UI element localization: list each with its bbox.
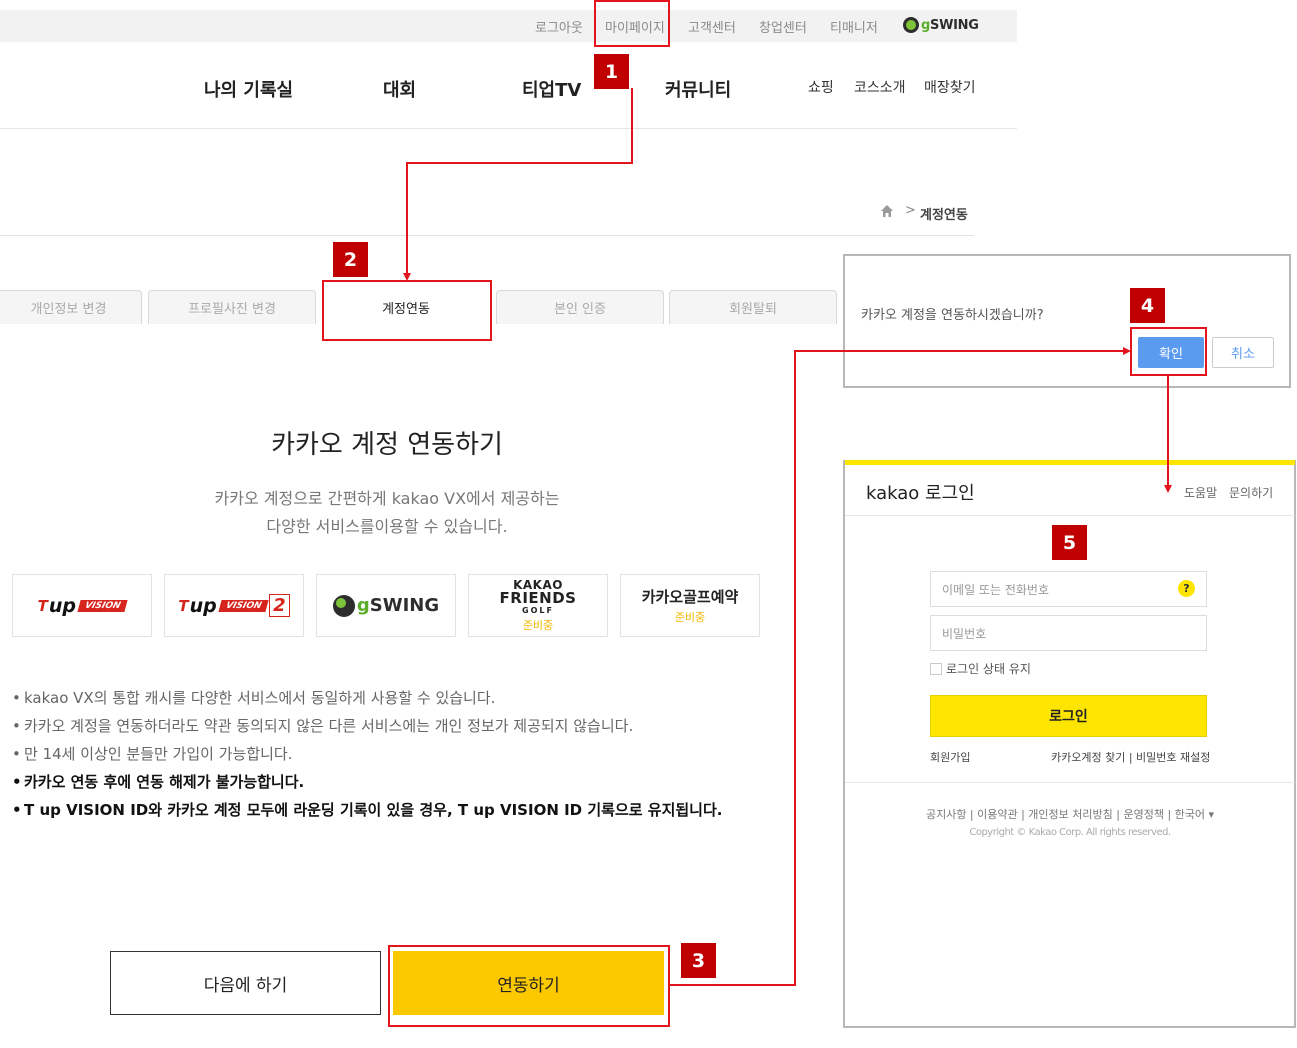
- help-question-icon[interactable]: ?: [1178, 580, 1195, 597]
- page-title: 카카오 계정 연동하기: [271, 430, 503, 460]
- nav-store-finder[interactable]: 매장찾기: [924, 77, 976, 97]
- kakao-footer-divider: [845, 782, 1295, 783]
- kakao-header-divider: [845, 515, 1295, 516]
- description-line-2: 다양한 서비스를이용할 수 있습니다.: [266, 517, 508, 536]
- tab-personal-info[interactable]: 개인정보 변경: [0, 290, 142, 324]
- kakao-help-link[interactable]: 도움말: [1184, 484, 1217, 501]
- kakao-footer-links[interactable]: 공지사항 | 이용약관 | 개인정보 처리방침 | 운영정책 | 한국어 ▾: [845, 806, 1295, 822]
- note-item-warning: • T up VISION ID와 카카오 계정 모두에 라운딩 기록이 있을 경…: [12, 799, 722, 820]
- nav-shopping[interactable]: 쇼핑: [808, 77, 834, 97]
- bullet-mark: •: [12, 773, 22, 791]
- timanager-link[interactable]: 티매니저: [830, 17, 878, 36]
- gswing-swing: SWING: [369, 595, 440, 616]
- note-text: T up VISION ID와 카카오 계정 모두에 라운딩 기록이 있을 경우…: [24, 801, 723, 819]
- nav-course-intro[interactable]: 코스소개: [854, 77, 906, 97]
- kakao-brand: kakao: [866, 483, 920, 504]
- kf-golf: GOLF: [522, 605, 554, 615]
- note-item: • kakao VX의 통합 캐시를 다양한 서비스에서 동일하게 사용할 수 있…: [12, 687, 495, 708]
- gswing-logo-swing: SWING: [930, 17, 979, 33]
- highlight-dialog-ok: [1130, 327, 1207, 376]
- nav-my-records[interactable]: 나의 기록실: [204, 76, 293, 102]
- highlight-mypage: [594, 0, 670, 47]
- tup2-t: T: [178, 596, 189, 615]
- kakao-password-input[interactable]: 비밀번호: [930, 615, 1207, 651]
- customer-center-link[interactable]: 고객센터: [688, 17, 736, 36]
- nav-tournament[interactable]: 대회: [383, 76, 416, 102]
- logo-tup-vision: Tup VISION: [12, 574, 152, 637]
- nav-divider: [0, 128, 1017, 129]
- tup2-up: up: [189, 594, 217, 617]
- later-button[interactable]: 다음에 하기: [110, 951, 381, 1015]
- tup2-vision-tag: VISION: [218, 599, 269, 612]
- gswing-g: g: [356, 595, 370, 616]
- kakao-inquiry-link[interactable]: 문의하기: [1229, 484, 1273, 501]
- note-item-warning: • 카카오 연동 후에 연동 해제가 불가능합니다.: [12, 771, 304, 792]
- step-badge-5: 5: [1052, 525, 1087, 560]
- logo-gswing: gSWING: [316, 574, 456, 637]
- note-text: 카카오 계정을 연동하더라도 약관 동의되지 않은 다른 서비스에는 개인 정보…: [24, 717, 634, 735]
- bullet-mark: •: [12, 801, 22, 819]
- logo-kakao-friends-golf: KAKAO FRIENDS GOLF 준비중: [468, 574, 608, 637]
- dialog-cancel-button[interactable]: 취소: [1212, 337, 1274, 368]
- kf-friends: FRIENDS: [499, 588, 577, 607]
- kg-name: 카카오골프예약: [641, 588, 739, 606]
- tab-identity-verify[interactable]: 본인 인증: [496, 290, 664, 324]
- tab-profile-photo[interactable]: 프로필사진 변경: [148, 290, 316, 324]
- highlight-account-link-tab: [322, 280, 492, 341]
- description-line-1: 카카오 계정으로 간편하게 kakao VX에서 제공하는: [214, 489, 560, 508]
- kakao-login-title: kakao 로그인: [866, 479, 975, 505]
- kakao-find-account-links[interactable]: 카카오계정 찾기 | 비밀번호 재설정: [1051, 749, 1210, 765]
- tab-withdraw[interactable]: 회원탈퇴: [669, 290, 837, 324]
- tup-vision-tag: VISION: [77, 599, 128, 612]
- tup2-number: 2: [269, 594, 290, 617]
- note-text: kakao VX의 통합 캐시를 다양한 서비스에서 동일하게 사용할 수 있습…: [24, 689, 496, 707]
- step-badge-1: 1: [594, 54, 629, 89]
- logo-kakao-golf-reserve: 카카오골프예약 준비중: [620, 574, 760, 637]
- highlight-link-button: [388, 945, 670, 1027]
- dialog-message: 카카오 계정을 연동하시겠습니까?: [861, 308, 1044, 323]
- kakao-copyright: Copyright © Kakao Corp. All rights reser…: [969, 827, 1171, 838]
- keep-login-label[interactable]: 로그인 상태 유지: [946, 660, 1031, 677]
- note-item: • 만 14세 이상인 분들만 가입이 가능합니다.: [12, 743, 293, 764]
- breadcrumb-divider: [0, 235, 974, 236]
- golf-ball-icon: [903, 17, 919, 33]
- logout-link[interactable]: 로그아웃: [535, 17, 583, 36]
- tup-t: T: [37, 596, 48, 615]
- arrow-step1-to-step2: [403, 88, 633, 281]
- step-badge-2: 2: [333, 242, 368, 277]
- kakao-login-label: 로그인: [925, 483, 975, 504]
- breadcrumb-current: 계정연동: [920, 208, 968, 223]
- keep-login-checkbox[interactable]: [930, 663, 942, 675]
- kakao-login-button[interactable]: 로그인: [930, 695, 1207, 737]
- kg-coming-soon: 준비중: [674, 611, 706, 624]
- home-icon[interactable]: [880, 204, 894, 218]
- nav-community[interactable]: 커뮤니티: [665, 76, 731, 102]
- note-item: • 카카오 계정을 연동하더라도 약관 동의되지 않은 다른 서비스에는 개인 정…: [12, 715, 633, 736]
- step-badge-4: 4: [1130, 288, 1165, 323]
- nav-tiup-tv[interactable]: 티업TV: [522, 76, 581, 102]
- kf-coming-soon: 준비중: [522, 618, 554, 632]
- bullet-mark: •: [12, 717, 21, 735]
- bullet-mark: •: [12, 745, 21, 763]
- gswing-logo[interactable]: gSWING: [903, 15, 979, 35]
- kakao-signup-link[interactable]: 회원가입: [930, 749, 970, 765]
- kakao-accent-bar: [845, 460, 1295, 465]
- gswing-ball-icon: [332, 594, 355, 617]
- breadcrumb-separator: >: [905, 203, 916, 218]
- tup-up: up: [48, 594, 77, 617]
- logo-tup-vision-2: Tup VISION 2: [164, 574, 304, 637]
- note-text: 카카오 연동 후에 연동 해제가 불가능합니다.: [24, 773, 305, 791]
- step-badge-3: 3: [681, 943, 716, 978]
- gswing-logo-g: g: [921, 17, 931, 33]
- note-text: 만 14세 이상인 분들만 가입이 가능합니다.: [24, 745, 293, 763]
- kakao-email-input[interactable]: 이메일 또는 전화번호: [930, 571, 1207, 607]
- startup-center-link[interactable]: 창업센터: [759, 17, 807, 36]
- bullet-mark: •: [12, 689, 21, 707]
